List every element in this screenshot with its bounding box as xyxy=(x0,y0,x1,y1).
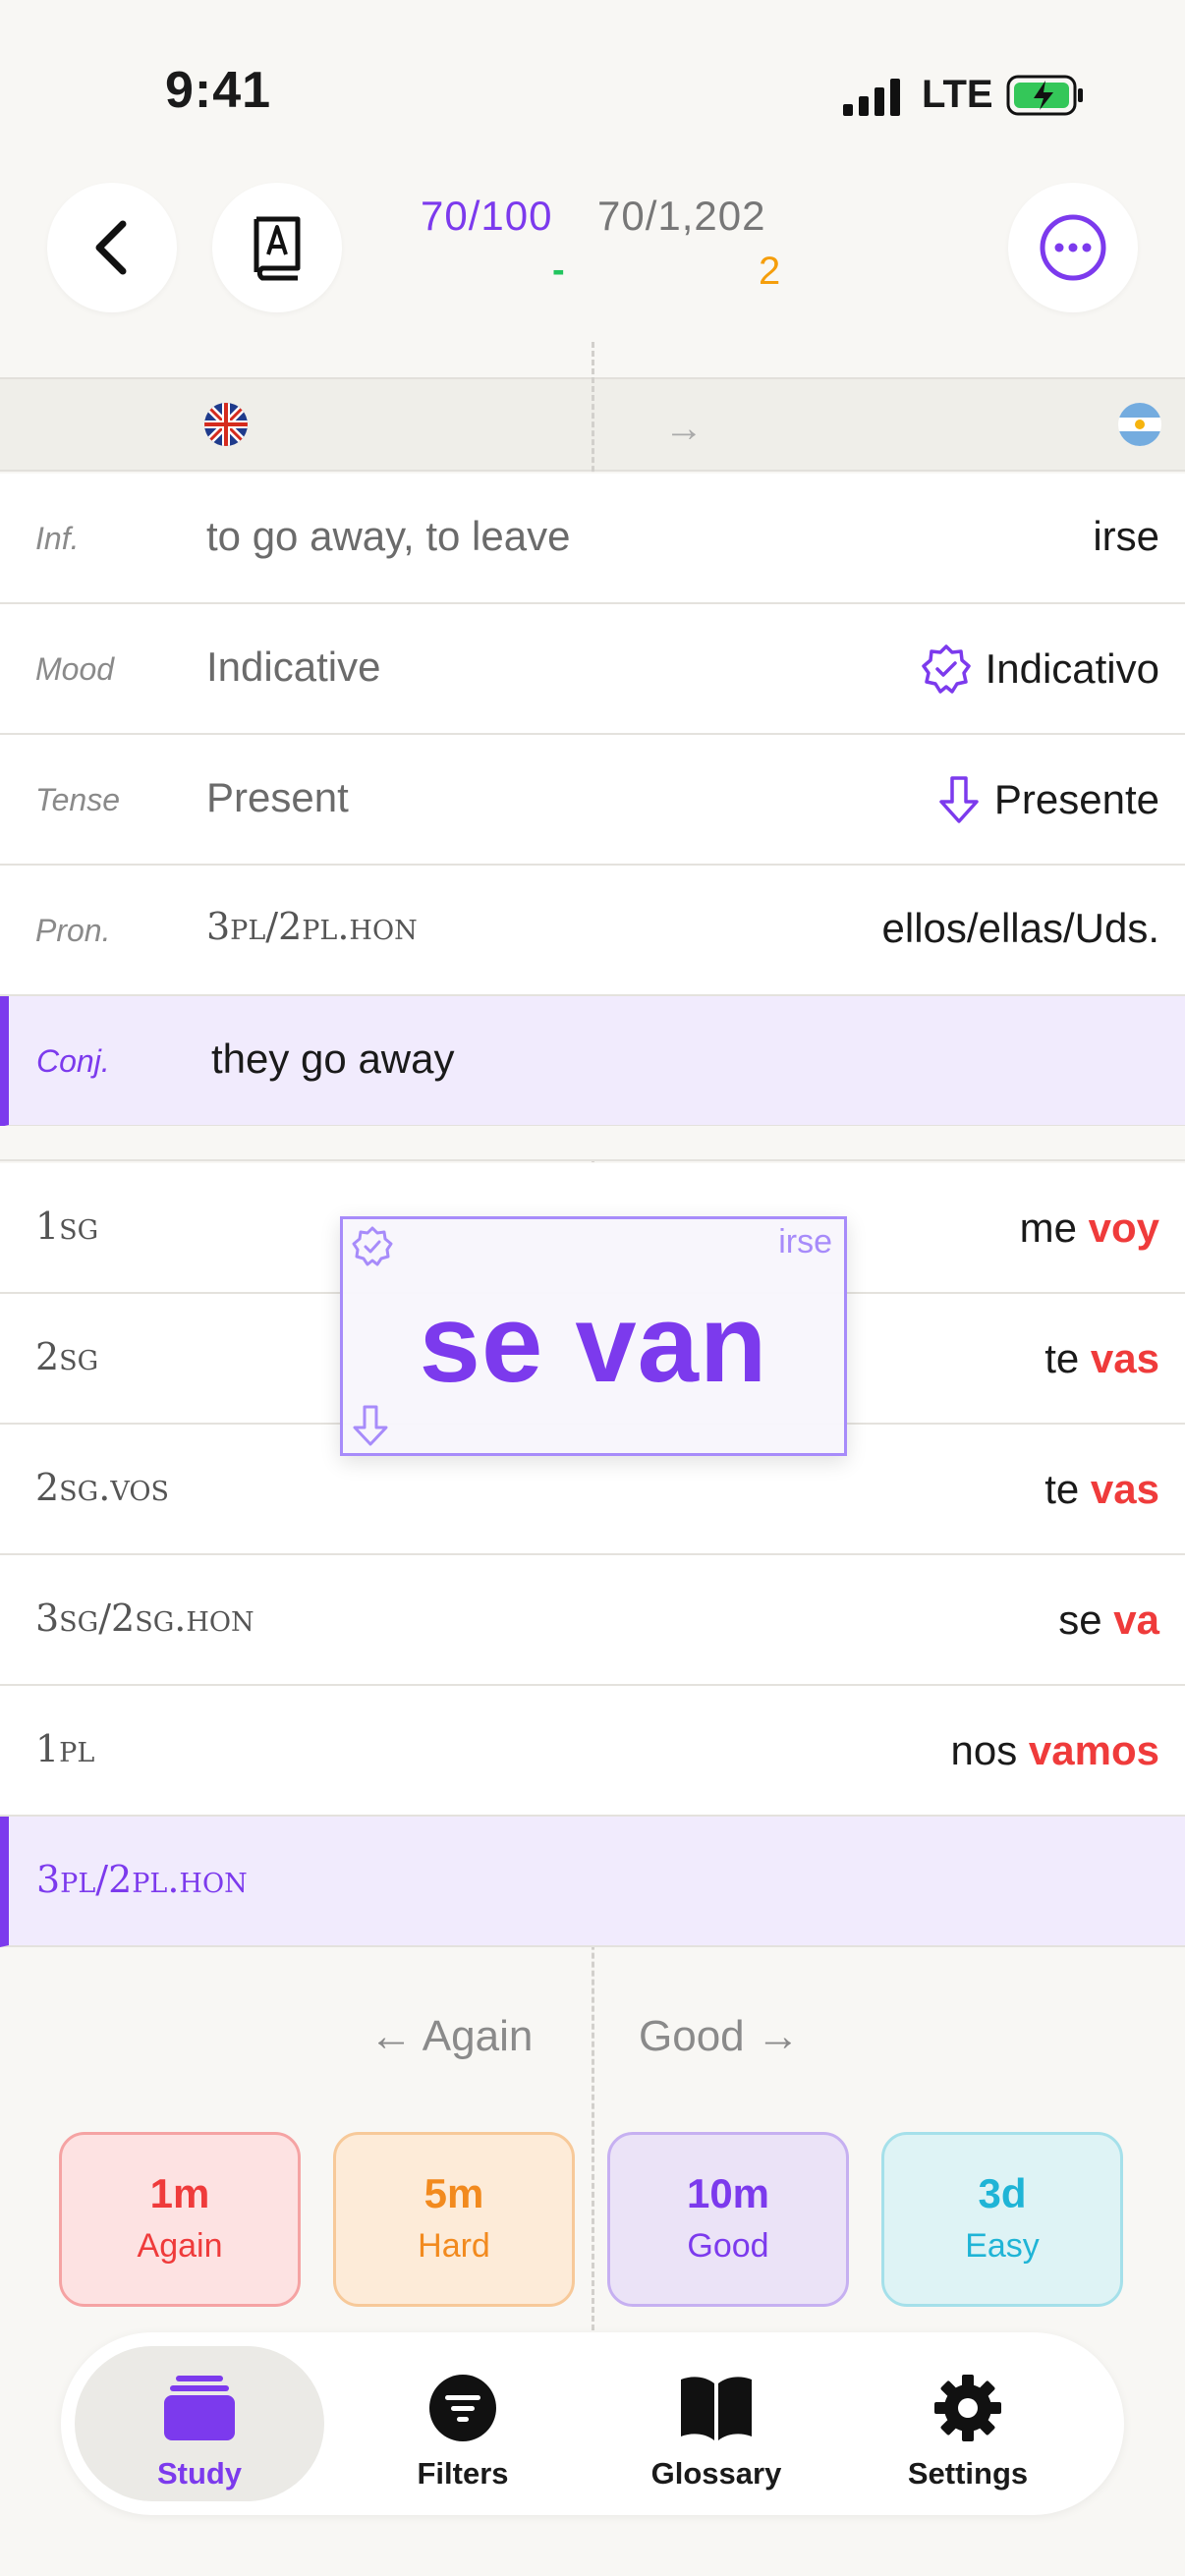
filter-icon xyxy=(429,2375,496,2441)
rating-interval: 1m xyxy=(149,2170,210,2216)
row-label: Tense xyxy=(35,782,120,817)
status-time: 9:41 xyxy=(165,62,272,119)
signal-icon xyxy=(843,79,900,116)
tab-label: Settings xyxy=(907,2456,1029,2491)
card-infinitive: irse xyxy=(778,1223,832,1260)
tab-filters[interactable]: Filters xyxy=(338,2346,588,2501)
tab-study[interactable]: Study xyxy=(75,2346,324,2501)
mood-row: Mood Indicative Indicativo xyxy=(0,604,1185,735)
person-label: 1pl xyxy=(35,1727,95,1770)
conjugation-prompt-row: Conj. they go away xyxy=(0,996,1185,1127)
spanish-value: ellos/ellas/Uds. xyxy=(881,905,1159,951)
tab-bar: Study Filters Glossary Settings xyxy=(61,2332,1124,2515)
network-type: LTE xyxy=(922,73,993,116)
hard-button[interactable]: 5m Hard xyxy=(333,2132,575,2307)
book-icon xyxy=(681,2377,752,2440)
pronoun: te xyxy=(1044,1466,1091,1512)
spanish-value: Indicativo xyxy=(985,645,1159,692)
english-value: Present xyxy=(206,774,349,820)
answer-card[interactable]: irse se van xyxy=(340,1216,847,1456)
rating-interval: 10m xyxy=(686,2170,770,2216)
correct-count: - xyxy=(552,250,565,291)
arrow-down-icon xyxy=(939,776,979,823)
pronoun-row: Pron. 3pl/2pl.hon ellos/ellas/Uds. xyxy=(0,866,1185,996)
rating-interval: 3d xyxy=(978,2170,1027,2216)
row-label: Conj. xyxy=(36,1043,110,1079)
row-label: Inf. xyxy=(35,521,80,556)
more-button[interactable] xyxy=(1008,183,1138,312)
row-label: Mood xyxy=(35,651,115,687)
again-button[interactable]: 1m Again xyxy=(59,2132,301,2307)
more-icon xyxy=(1040,214,1106,281)
battery-icon xyxy=(1006,75,1083,116)
conjugation-row-active: 3pl/2pl.hon xyxy=(0,1817,1185,1947)
verb-ending: vamos xyxy=(1028,1727,1159,1773)
argentina-flag-icon xyxy=(1118,403,1161,446)
verified-badge-icon xyxy=(921,644,971,694)
pronoun: nos xyxy=(950,1727,1029,1773)
verb-ending: vas xyxy=(1090,1466,1159,1512)
verified-badge-icon xyxy=(352,1226,393,1266)
tab-settings[interactable]: Settings xyxy=(843,2346,1093,2501)
back-button[interactable] xyxy=(47,183,177,312)
tense-row: Tense Present Presente xyxy=(0,735,1185,866)
dictionary-icon xyxy=(254,216,301,281)
conjugation-row: 3sg/2sg.hon se va xyxy=(0,1555,1185,1686)
total-progress: 70/1,202 xyxy=(597,193,766,239)
spanish-value: Presente xyxy=(993,776,1159,822)
answer-text: se van xyxy=(419,1282,768,1405)
good-button[interactable]: 10m Good xyxy=(607,2132,849,2307)
tab-label: Study xyxy=(156,2456,243,2491)
verb-ending: vas xyxy=(1090,1335,1159,1381)
rating-label: Easy xyxy=(965,2227,1040,2265)
direction-arrow: → xyxy=(664,407,704,450)
rating-label: Good xyxy=(687,2227,769,2265)
english-value: they go away xyxy=(211,1036,455,1082)
swipe-right-hint: Good → xyxy=(639,2012,800,2060)
english-value: to go away, to leave xyxy=(206,513,571,559)
tab-label: Glossary xyxy=(650,2456,782,2491)
conjugation-row: 1pl nos vamos xyxy=(0,1686,1185,1817)
pronoun: se xyxy=(1058,1596,1114,1643)
easy-button[interactable]: 3d Easy xyxy=(881,2132,1123,2307)
tab-label: Filters xyxy=(417,2456,509,2491)
hard-count: 2 xyxy=(759,250,781,293)
rating-label: Hard xyxy=(418,2227,490,2265)
spanish-value: irse xyxy=(1093,513,1159,559)
rating-interval: 5m xyxy=(423,2170,484,2216)
gear-icon xyxy=(934,2375,1001,2441)
rating-label: Again xyxy=(137,2227,223,2265)
section-spacer xyxy=(0,1126,1185,1161)
stack-icon xyxy=(164,2376,235,2440)
infinitive-row: Inf. to go away, to leave irse xyxy=(0,474,1185,604)
dictionary-button[interactable] xyxy=(212,183,342,312)
pronoun: te xyxy=(1044,1335,1091,1381)
person-label: 3sg/2sg.hon xyxy=(35,1596,254,1640)
person-label: 1sg xyxy=(35,1204,99,1248)
swipe-left-hint: ← Again xyxy=(369,2012,534,2060)
arrow-down-icon xyxy=(353,1405,388,1446)
person-label: 2sg xyxy=(35,1335,99,1378)
chevron-left-icon xyxy=(95,220,127,275)
verb-ending: va xyxy=(1113,1596,1159,1643)
english-value: Indicative xyxy=(206,644,381,690)
pronoun: me xyxy=(1019,1204,1089,1251)
english-value: 3pl/2pl.hon xyxy=(206,905,418,948)
person-label: 2sg.vos xyxy=(35,1466,169,1509)
session-progress: 70/100 xyxy=(421,193,553,239)
person-label: 3pl/2pl.hon xyxy=(36,1858,248,1901)
english-flag-icon xyxy=(204,403,248,446)
verb-ending: voy xyxy=(1088,1204,1159,1251)
tab-glossary[interactable]: Glossary xyxy=(592,2346,841,2501)
row-label: Pron. xyxy=(35,913,111,948)
